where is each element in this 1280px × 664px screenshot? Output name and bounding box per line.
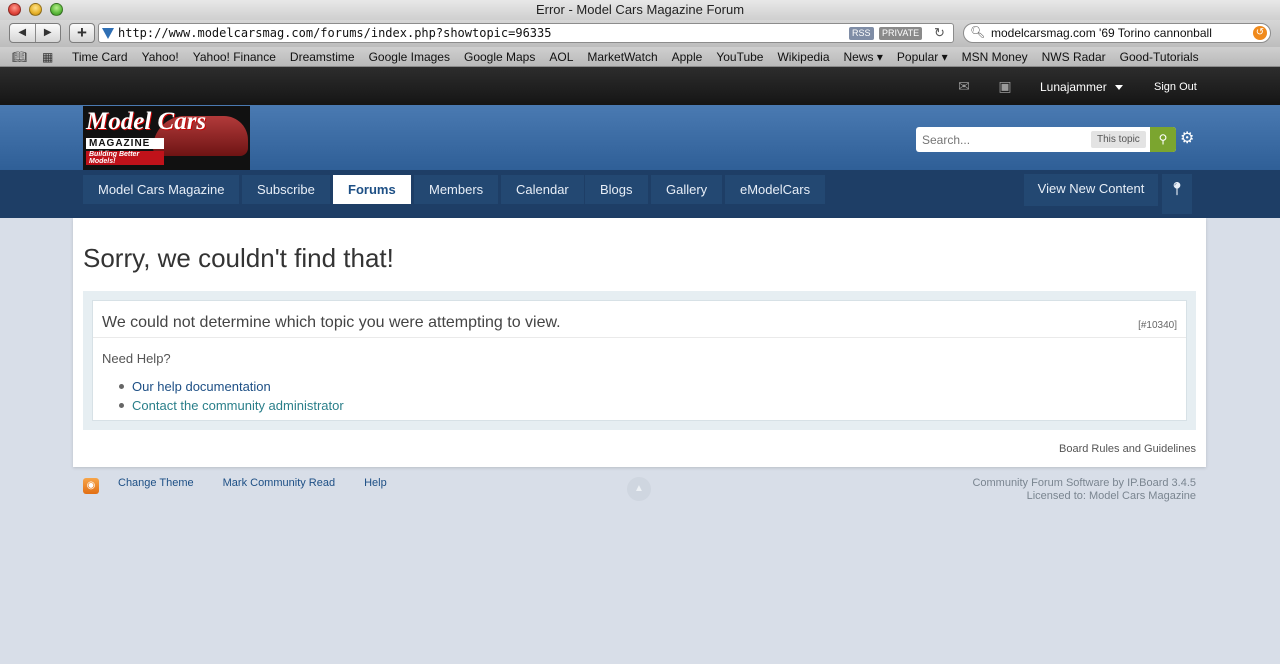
tab-forums[interactable]: Forums: [333, 175, 411, 204]
site-header: Model Cars MAGAZINE Building Better Mode…: [0, 105, 1280, 170]
reload-icon[interactable]: ↻: [934, 25, 945, 41]
rss-feed-icon[interactable]: ◉: [83, 478, 99, 494]
inbox-icon[interactable]: ✉: [956, 78, 972, 94]
change-theme-link[interactable]: Change Theme: [118, 477, 194, 489]
error-message-box: We could not determine which topic you w…: [92, 300, 1187, 421]
back-to-top-icon[interactable]: ▲: [627, 477, 651, 501]
snapback-icon[interactable]: ↺: [1253, 26, 1267, 40]
help-links: Our help documentation Contact the commu…: [119, 377, 344, 415]
bookmark-item[interactable]: Good-Tutorials: [1120, 50, 1199, 64]
tab-emodelcars[interactable]: eModelCars: [725, 175, 826, 204]
browser-toolbar: ◀ ▶ + http://www.modelcarsmag.com/forums…: [0, 20, 1280, 47]
search-submit-icon[interactable]: ⚲: [1150, 127, 1176, 152]
divider: [93, 337, 1186, 338]
primary-nav: Model Cars Magazine Subscribe Forums Mem…: [0, 170, 1280, 218]
bookmark-item[interactable]: Yahoo! Finance: [193, 50, 276, 64]
logo-title: Model Cars: [86, 108, 207, 135]
map-pin-icon[interactable]: 📍︎: [1162, 174, 1192, 214]
list-item: Our help documentation: [119, 377, 344, 396]
search-scope-button[interactable]: This topic: [1091, 131, 1146, 148]
error-code: [#10340]: [1138, 320, 1177, 331]
bookmark-item[interactable]: AOL: [549, 50, 573, 64]
site-favicon-icon: [102, 28, 114, 39]
bookmark-item[interactable]: MarketWatch: [587, 50, 657, 64]
bookmark-item[interactable]: News ▾: [844, 50, 883, 64]
user-bar: ✉ ▣ Lunajammer Sign Out: [0, 67, 1280, 105]
view-new-content-button[interactable]: View New Content: [1024, 174, 1158, 206]
page-title: Sorry, we couldn't find that!: [83, 243, 394, 273]
notifications-icon[interactable]: ▣: [997, 78, 1013, 94]
browser-search-field[interactable]: 🔍︎ modelcarsmag.com '69 Torino cannonbal…: [963, 23, 1271, 43]
rss-badge[interactable]: RSS: [849, 27, 874, 40]
list-item: Contact the community administrator: [119, 396, 344, 415]
user-menu[interactable]: Lunajammer: [1040, 80, 1107, 94]
site-search-input[interactable]: [920, 130, 1085, 149]
browser-search-query[interactable]: modelcarsmag.com '69 Torino cannonball: [991, 26, 1212, 40]
bookmark-item[interactable]: NWS Radar: [1042, 50, 1106, 64]
error-message: We could not determine which topic you w…: [102, 314, 561, 331]
zoom-window-button[interactable]: [50, 3, 63, 16]
error-message-wrap: We could not determine which topic you w…: [83, 291, 1196, 430]
site-logo[interactable]: Model Cars MAGAZINE Building Better Mode…: [83, 106, 250, 170]
help-link[interactable]: Help: [364, 477, 387, 489]
gear-icon[interactable]: ⚙: [1180, 128, 1194, 148]
back-forward-buttons: ◀ ▶: [9, 23, 61, 43]
sign-out-link[interactable]: Sign Out: [1154, 81, 1197, 93]
tab-calendar[interactable]: Calendar: [501, 175, 584, 204]
add-bookmark-button[interactable]: +: [69, 23, 95, 43]
back-arrow-icon[interactable]: ◀: [10, 24, 36, 42]
reading-list-icon[interactable]: 📖︎: [12, 50, 27, 64]
bookmarks-bar: 📖︎ ▦ Time Card Yahoo! Yahoo! Finance Dre…: [0, 47, 1280, 67]
private-badge: PRIVATE: [879, 27, 923, 40]
chevron-down-icon[interactable]: [1115, 85, 1123, 90]
tab-blogs[interactable]: Blogs: [585, 175, 648, 204]
tab-model-cars-magazine[interactable]: Model Cars Magazine: [83, 175, 240, 204]
tab-members[interactable]: Members: [414, 175, 499, 204]
site-search: This topic ⚲: [916, 127, 1176, 152]
search-icon: 🔍︎: [970, 25, 986, 39]
board-rules-link[interactable]: Board Rules and Guidelines: [1059, 443, 1196, 455]
software-credit[interactable]: Community Forum Software by IP.Board 3.4…: [972, 477, 1196, 490]
minimize-window-button[interactable]: [29, 3, 42, 16]
bookmark-item[interactable]: YouTube: [716, 50, 763, 64]
address-bar[interactable]: http://www.modelcarsmag.com/forums/index…: [98, 23, 954, 43]
forward-arrow-icon[interactable]: ▶: [36, 24, 61, 42]
footer-copyright: Community Forum Software by IP.Board 3.4…: [972, 477, 1196, 503]
bookmark-item[interactable]: MSN Money: [962, 50, 1028, 64]
license-credit: Licensed to: Model Cars Magazine: [1026, 490, 1196, 502]
window-title: Error - Model Cars Magazine Forum: [535, 2, 745, 17]
tab-gallery[interactable]: Gallery: [651, 175, 723, 204]
logo-subtitle: MAGAZINE: [86, 138, 164, 149]
bookmark-item[interactable]: Wikipedia: [777, 50, 829, 64]
top-sites-icon[interactable]: ▦: [42, 50, 53, 64]
bookmark-item[interactable]: Popular ▾: [897, 50, 948, 64]
bookmark-item[interactable]: Google Images: [369, 50, 450, 64]
bookmark-item[interactable]: Dreamstime: [290, 50, 355, 64]
bookmark-item[interactable]: Yahoo!: [142, 50, 179, 64]
mark-community-read-link[interactable]: Mark Community Read: [223, 477, 335, 489]
main-content: Sorry, we couldn't find that! We could n…: [73, 218, 1206, 467]
bookmark-item[interactable]: Google Maps: [464, 50, 535, 64]
window-titlebar: Error - Model Cars Magazine Forum: [0, 0, 1280, 20]
need-help-heading: Need Help?: [102, 351, 171, 366]
bookmark-item[interactable]: Time Card: [72, 50, 128, 64]
url-text[interactable]: http://www.modelcarsmag.com/forums/index…: [118, 26, 551, 40]
tab-subscribe[interactable]: Subscribe: [242, 175, 330, 204]
help-documentation-link[interactable]: Our help documentation: [132, 379, 271, 394]
bookmark-item[interactable]: Apple: [672, 50, 703, 64]
close-window-button[interactable]: [8, 3, 21, 16]
bookmark-list: Time Card Yahoo! Yahoo! Finance Dreamsti…: [72, 50, 1199, 64]
footer-links: Change Theme Mark Community Read Help: [118, 477, 387, 489]
contact-admin-link[interactable]: Contact the community administrator: [132, 398, 344, 413]
logo-tagline: Building Better Models!: [86, 151, 164, 165]
